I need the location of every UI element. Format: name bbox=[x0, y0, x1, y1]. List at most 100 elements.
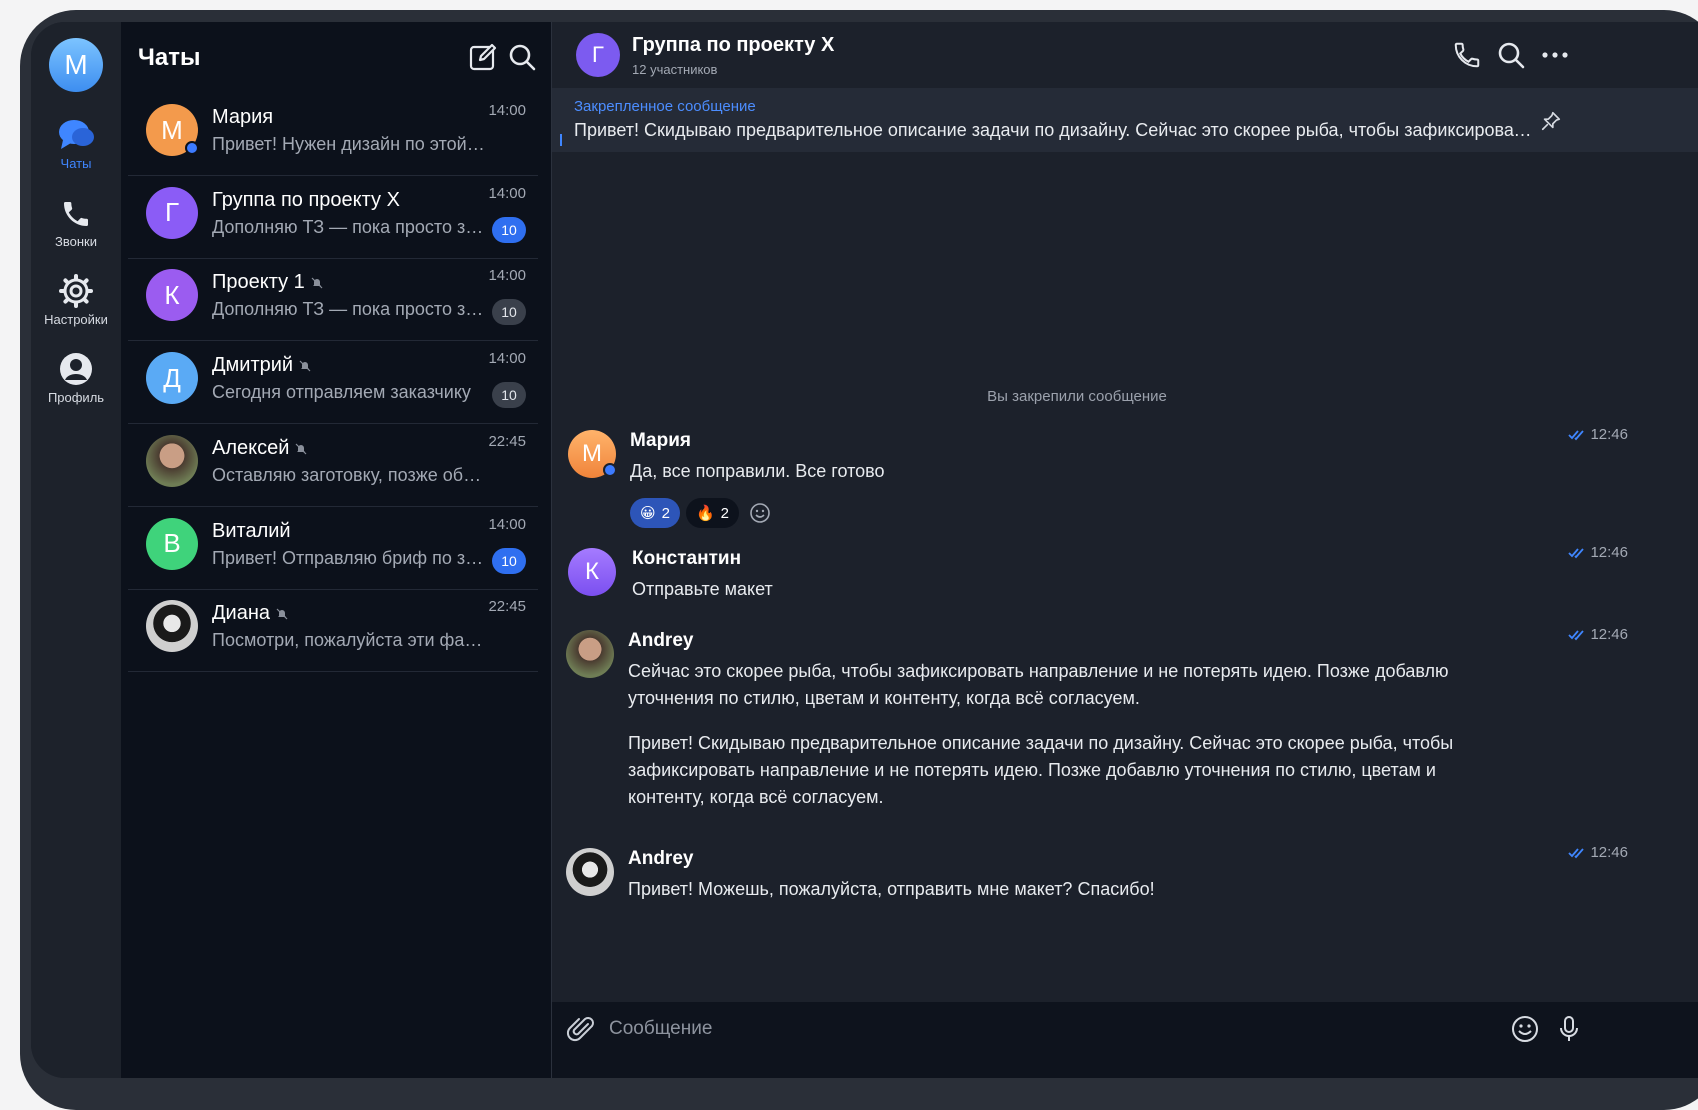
chat-name-text: Дмитрий bbox=[212, 354, 294, 377]
conversation-title[interactable]: Группа по проекту Х bbox=[632, 34, 834, 57]
message-text: Привет! Скидываю предварительное описани… bbox=[628, 733, 1454, 807]
double-check-icon bbox=[1568, 848, 1585, 859]
message-time: 12:46 bbox=[1568, 626, 1628, 643]
compose-icon[interactable] bbox=[468, 42, 498, 72]
double-check-icon bbox=[1568, 548, 1585, 559]
unread-badge: 10 bbox=[492, 547, 526, 574]
message-composer: Сообщение bbox=[552, 1002, 1698, 1078]
paperclip-icon[interactable] bbox=[566, 1014, 596, 1044]
online-dot bbox=[185, 141, 199, 155]
chat-preview: Оставляю заготовку, позже обновлю bbox=[212, 464, 488, 485]
time-label: 12:46 bbox=[1590, 844, 1628, 861]
avatar: Д bbox=[146, 352, 198, 405]
call-icon[interactable] bbox=[1452, 40, 1482, 70]
emoji-icon[interactable] bbox=[1510, 1014, 1540, 1044]
search-icon[interactable] bbox=[1496, 40, 1526, 70]
chat-list-item[interactable]: Алексей Оставляю заготовку, позже обновлю… bbox=[128, 419, 538, 507]
reaction-chip[interactable]: 😀 2 bbox=[630, 498, 680, 528]
chat-name-text: Группа по проекту Х bbox=[212, 188, 400, 211]
message-author[interactable]: Константин bbox=[632, 548, 741, 570]
search-icon[interactable] bbox=[507, 42, 537, 72]
avatar bbox=[146, 600, 198, 653]
gear-icon bbox=[59, 274, 93, 308]
pinned-message[interactable]: Закрепленное сообщение Привет! Скидываю … bbox=[552, 88, 1698, 152]
nav-rail: М Чаты Звонки Настройки Профиль bbox=[31, 22, 121, 1078]
message-author[interactable]: Мария bbox=[630, 430, 691, 452]
nav-chats[interactable]: Чаты bbox=[31, 118, 121, 171]
chat-preview: Сегодня отправляем заказчику bbox=[212, 382, 471, 403]
nav-calls[interactable]: Звонки bbox=[31, 198, 121, 249]
chat-name: Диана bbox=[212, 602, 288, 625]
reactions: 😀 2 🔥 2 bbox=[630, 498, 771, 528]
time-label: 12:46 bbox=[1590, 626, 1628, 643]
message-time: 12:46 bbox=[1568, 544, 1628, 561]
chat-name-text: Виталий bbox=[212, 519, 291, 542]
avatar[interactable] bbox=[566, 848, 614, 896]
unread-badge: 10 bbox=[492, 216, 526, 243]
nav-settings-label: Настройки bbox=[44, 312, 108, 327]
message-text: Да, все поправили. Все готово bbox=[630, 461, 885, 481]
message-text: Привет! Можешь, пожалуйста, отправить мн… bbox=[628, 879, 1155, 899]
phone-icon bbox=[64, 202, 88, 226]
message-author[interactable]: Andrey bbox=[628, 630, 693, 652]
nav-chats-label: Чаты bbox=[60, 156, 92, 171]
time-label: 12:46 bbox=[1590, 426, 1628, 443]
message-time: 12:46 bbox=[1568, 844, 1628, 861]
chat-name: Алексей bbox=[212, 437, 307, 460]
nav-profile-label: Профиль bbox=[47, 390, 105, 405]
chat-list-item[interactable]: Г Группа по проекту Х Дополняю ТЗ — пока п… bbox=[128, 171, 538, 259]
reaction-count: 2 bbox=[720, 504, 730, 522]
double-check-icon bbox=[1568, 630, 1585, 641]
chat-list-item[interactable]: М Мария Привет! Нужен дизайн по этой задач… bbox=[128, 88, 538, 176]
unread-badge: 10 bbox=[492, 382, 526, 409]
message-author[interactable]: Andrey bbox=[628, 848, 693, 870]
more-icon[interactable] bbox=[1540, 40, 1570, 70]
microphone-icon[interactable] bbox=[1554, 1014, 1584, 1044]
chat-list-item[interactable]: К Проекту 1 Дополняю ТЗ — пока просто заме… bbox=[128, 253, 538, 342]
pin-icon[interactable] bbox=[1540, 110, 1562, 132]
add-reaction-icon[interactable] bbox=[749, 502, 771, 524]
message-text: Сейчас это скорее рыба, чтобы зафиксиров… bbox=[628, 661, 1449, 708]
chat-preview: Посмотри, пожалуйста эти файлы bbox=[212, 630, 488, 651]
avatar[interactable]: М bbox=[568, 430, 617, 478]
nav-profile[interactable]: Профиль bbox=[31, 352, 121, 405]
my-avatar[interactable]: М bbox=[49, 38, 103, 92]
message-input[interactable]: Сообщение bbox=[609, 1018, 712, 1040]
chat-time: 22:45 bbox=[488, 598, 526, 616]
avatar: В bbox=[146, 517, 198, 570]
chat-time: 14:00 bbox=[488, 350, 526, 368]
pinned-text: Привет! Скидываю предварительное описани… bbox=[574, 120, 1538, 140]
avatar[interactable]: К bbox=[568, 548, 616, 596]
reaction-chip[interactable]: 🔥 2 bbox=[685, 498, 740, 528]
chat-preview: Дополняю ТЗ — пока просто заметки bbox=[212, 216, 488, 237]
reaction-emoji: 🔥 bbox=[695, 505, 715, 522]
chat-name-text: Проекту 1 bbox=[212, 271, 305, 294]
double-check-icon bbox=[1568, 430, 1585, 441]
pinned-indicator bbox=[560, 134, 562, 146]
nav-settings[interactable]: Настройки bbox=[31, 274, 121, 327]
chat-name-text: Диана bbox=[212, 602, 271, 625]
avatar: К bbox=[146, 269, 198, 322]
conversation-panel: Г Группа по проекту Х 12 участников Закр… bbox=[551, 22, 1698, 1078]
chat-list-item[interactable]: В Виталий Привет! Отправляю бриф по задаче… bbox=[128, 502, 538, 590]
muted-bell-icon bbox=[276, 608, 288, 620]
avatar: М bbox=[146, 104, 199, 156]
chat-list-panel: Чаты М Мария Привет! Нужен дизайн по этой … bbox=[121, 22, 551, 1078]
avatar-initial: В bbox=[163, 528, 181, 558]
system-note: Вы закрепили сообщение bbox=[987, 388, 1167, 405]
avatar[interactable] bbox=[566, 630, 614, 678]
avatar-initial: М bbox=[161, 114, 183, 145]
chat-time: 22:45 bbox=[488, 432, 526, 450]
chat-time: 14:00 bbox=[488, 184, 526, 202]
message-time: 12:46 bbox=[1568, 426, 1628, 443]
avatar-initial: Д bbox=[163, 362, 181, 393]
chat-name-text: Мария bbox=[212, 106, 274, 128]
user-icon bbox=[60, 353, 92, 385]
message-text: Отправьте макет bbox=[632, 579, 773, 599]
online-dot bbox=[603, 463, 617, 477]
chat-preview: Дополняю ТЗ — пока просто заметки bbox=[212, 299, 488, 320]
nav-calls-label: Звонки bbox=[55, 234, 97, 249]
chat-list-item[interactable]: Д Дмитрий Сегодня отправляем заказчику 14:0… bbox=[128, 336, 538, 425]
chat-list-item[interactable]: Диана Посмотри, пожалуйста эти файлы 22:45 bbox=[128, 584, 538, 673]
group-avatar[interactable]: Г bbox=[576, 33, 620, 77]
